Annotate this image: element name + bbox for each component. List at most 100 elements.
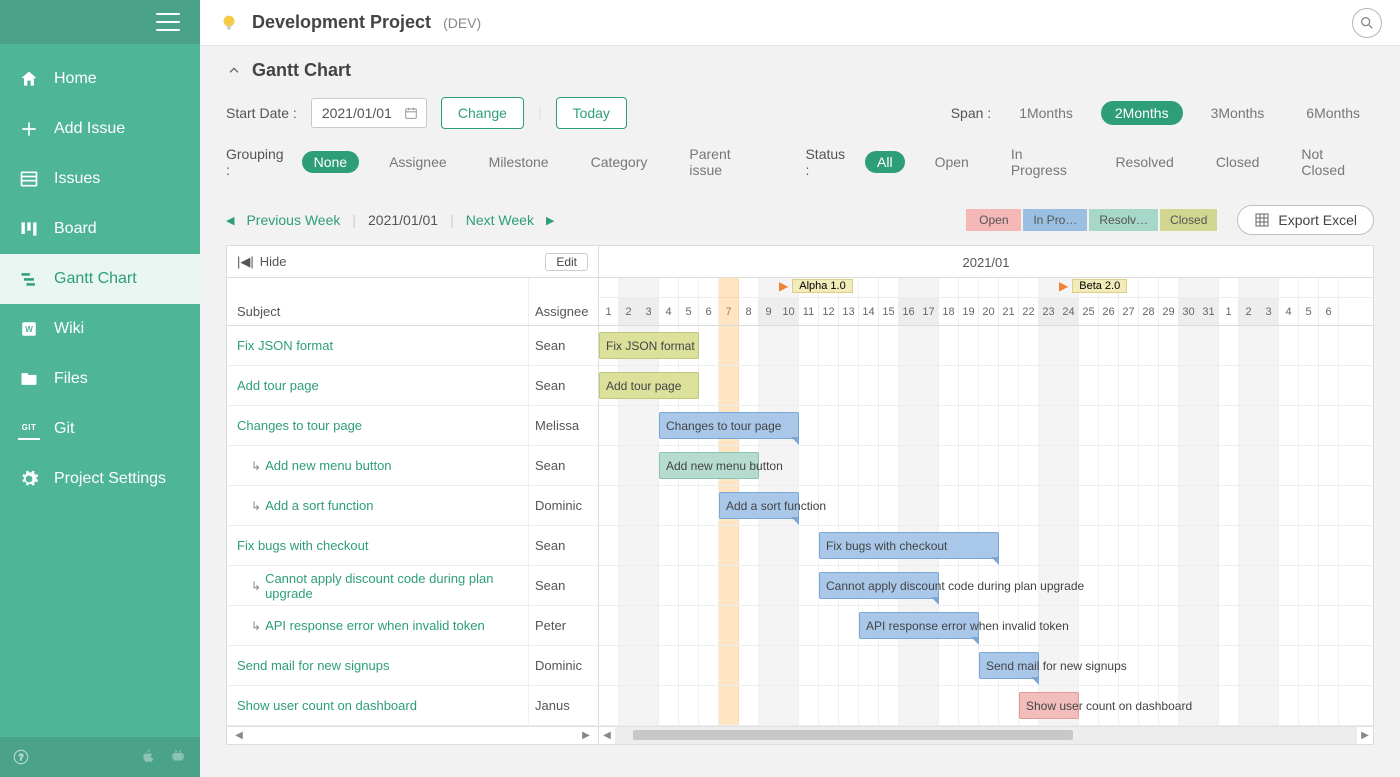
gantt-bar[interactable]: Show user count on dashboard xyxy=(1019,692,1079,719)
task-assignee: Dominic xyxy=(528,486,598,525)
scroll-right-table[interactable]: ▶ xyxy=(578,730,594,741)
svg-text:?: ? xyxy=(19,753,24,762)
milestone-label: Beta 2.0 xyxy=(1072,279,1127,293)
sub-arrow-icon: ↳ xyxy=(251,459,261,473)
collapse-icon[interactable] xyxy=(226,63,242,79)
main: Development Project (DEV) Gantt Chart St… xyxy=(200,0,1400,777)
change-button[interactable]: Change xyxy=(441,97,524,129)
sidebar-item-git[interactable]: GIT Git xyxy=(0,404,200,454)
day-cell: 4 xyxy=(659,298,679,325)
scroll-right-chart[interactable]: ▶ xyxy=(1357,727,1373,744)
sidebar-item-home[interactable]: Home xyxy=(0,54,200,104)
grouping-parent[interactable]: Parent issue xyxy=(677,143,769,181)
sidebar-item-board[interactable]: Board xyxy=(0,204,200,254)
milestone[interactable]: ▶Beta 2.0 xyxy=(1059,279,1127,293)
android-icon[interactable] xyxy=(170,748,188,766)
span-3months[interactable]: 3Months xyxy=(1197,101,1279,125)
task-subject[interactable]: ↳ API response error when invalid token xyxy=(227,606,528,645)
span-1months[interactable]: 1Months xyxy=(1005,101,1087,125)
task-row: ↳ Cannot apply discount code during plan… xyxy=(227,566,1373,606)
chart-scrollbar[interactable] xyxy=(615,727,1357,744)
search-button[interactable] xyxy=(1352,8,1382,38)
status-notclosed[interactable]: Not Closed xyxy=(1289,143,1374,181)
gantt-bar[interactable]: Fix bugs with checkout xyxy=(819,532,999,559)
day-cell: 20 xyxy=(979,298,999,325)
status-inprogress[interactable]: In Progress xyxy=(999,143,1086,181)
day-cell: 27 xyxy=(1119,298,1139,325)
status-open[interactable]: Open xyxy=(923,151,981,173)
apple-icon[interactable] xyxy=(140,748,158,766)
status-closed[interactable]: Closed xyxy=(1204,151,1272,173)
task-subject[interactable]: Fix JSON format xyxy=(227,326,528,365)
task-subject[interactable]: Send mail for new signups xyxy=(227,646,528,685)
next-week-link[interactable]: Next Week xyxy=(466,212,534,228)
day-cell: 4 xyxy=(1279,298,1299,325)
sidebar-item-add-issue[interactable]: Add Issue xyxy=(0,104,200,154)
day-cell: 1 xyxy=(1219,298,1239,325)
start-date-value: 2021/01/01 xyxy=(322,105,392,121)
sidebar-item-gantt[interactable]: Gantt Chart xyxy=(0,254,200,304)
day-cell: 28 xyxy=(1139,298,1159,325)
collapse-left-icon[interactable]: |◀| xyxy=(237,254,254,270)
gantt-bar[interactable]: Cannot apply discount code during plan u… xyxy=(819,572,939,599)
gantt-bar[interactable]: Send mail for new signups xyxy=(979,652,1039,679)
task-timeline: Show user count on dashboard xyxy=(599,686,1373,725)
gantt-bar[interactable]: Add tour page xyxy=(599,372,699,399)
span-label: Span : xyxy=(951,105,991,121)
day-cell: 3 xyxy=(1259,298,1279,325)
legend-resolved: Resolv… xyxy=(1089,209,1158,231)
span-6months[interactable]: 6Months xyxy=(1292,101,1374,125)
scroll-left-chart[interactable]: ◀ xyxy=(599,727,615,744)
task-subject[interactable]: ↳ Add a sort function xyxy=(227,486,528,525)
hide-label[interactable]: Hide xyxy=(260,254,287,269)
sidebar-item-files[interactable]: Files xyxy=(0,354,200,404)
gantt-bar[interactable]: Add new menu button xyxy=(659,452,759,479)
hamburger-icon[interactable] xyxy=(156,13,180,31)
status-resolved[interactable]: Resolved xyxy=(1103,151,1185,173)
day-cell: 3 xyxy=(639,298,659,325)
day-cell: 25 xyxy=(1079,298,1099,325)
today-button[interactable]: Today xyxy=(556,97,627,129)
help-icon[interactable]: ? xyxy=(12,748,30,766)
day-cell: 23 xyxy=(1039,298,1059,325)
sidebar-top xyxy=(0,0,200,44)
sidebar-item-wiki[interactable]: W Wiki xyxy=(0,304,200,354)
task-timeline: Add tour page xyxy=(599,366,1373,405)
task-subject[interactable]: Show user count on dashboard xyxy=(227,686,528,725)
grouping-milestone[interactable]: Milestone xyxy=(477,151,561,173)
prev-arrow[interactable]: ◀ xyxy=(226,214,234,227)
task-row: Show user count on dashboard Janus Show … xyxy=(227,686,1373,726)
task-subject[interactable]: ↳ Add new menu button xyxy=(227,446,528,485)
task-subject[interactable]: Add tour page xyxy=(227,366,528,405)
calendar-icon xyxy=(404,106,418,120)
span-2months[interactable]: 2Months xyxy=(1101,101,1183,125)
status-all[interactable]: All xyxy=(865,151,905,173)
edit-button[interactable]: Edit xyxy=(545,253,588,271)
gantt-bar[interactable]: API response error when invalid token xyxy=(859,612,979,639)
task-subject[interactable]: Fix bugs with checkout xyxy=(227,526,528,565)
status-label: Status : xyxy=(805,146,847,178)
git-icon: GIT xyxy=(18,418,40,440)
gantt-bar[interactable]: Add a sort function xyxy=(719,492,799,519)
prev-week-link[interactable]: Previous Week xyxy=(246,212,340,228)
day-cell: 14 xyxy=(859,298,879,325)
gantt-bar[interactable]: Changes to tour page xyxy=(659,412,799,439)
day-cell: 11 xyxy=(799,298,819,325)
sidebar-item-issues[interactable]: Issues xyxy=(0,154,200,204)
next-arrow[interactable]: ▶ xyxy=(546,214,554,227)
grouping-category[interactable]: Category xyxy=(579,151,660,173)
day-cell: 5 xyxy=(1299,298,1319,325)
task-timeline: Changes to tour page xyxy=(599,406,1373,445)
task-subject[interactable]: Changes to tour page xyxy=(227,406,528,445)
sidebar-item-settings[interactable]: Project Settings xyxy=(0,454,200,504)
gantt-bar[interactable]: Fix JSON format xyxy=(599,332,699,359)
sidebar-item-label: Issues xyxy=(54,170,100,188)
start-date-input[interactable]: 2021/01/01 xyxy=(311,98,427,128)
task-subject[interactable]: ↳ Cannot apply discount code during plan… xyxy=(227,566,528,605)
milestone[interactable]: ▶Alpha 1.0 xyxy=(779,279,853,293)
scroll-thumb[interactable] xyxy=(633,730,1073,740)
scroll-left-table[interactable]: ◀ xyxy=(231,730,247,741)
grouping-assignee[interactable]: Assignee xyxy=(377,151,459,173)
export-excel-button[interactable]: Export Excel xyxy=(1237,205,1374,235)
grouping-none[interactable]: None xyxy=(302,151,359,173)
